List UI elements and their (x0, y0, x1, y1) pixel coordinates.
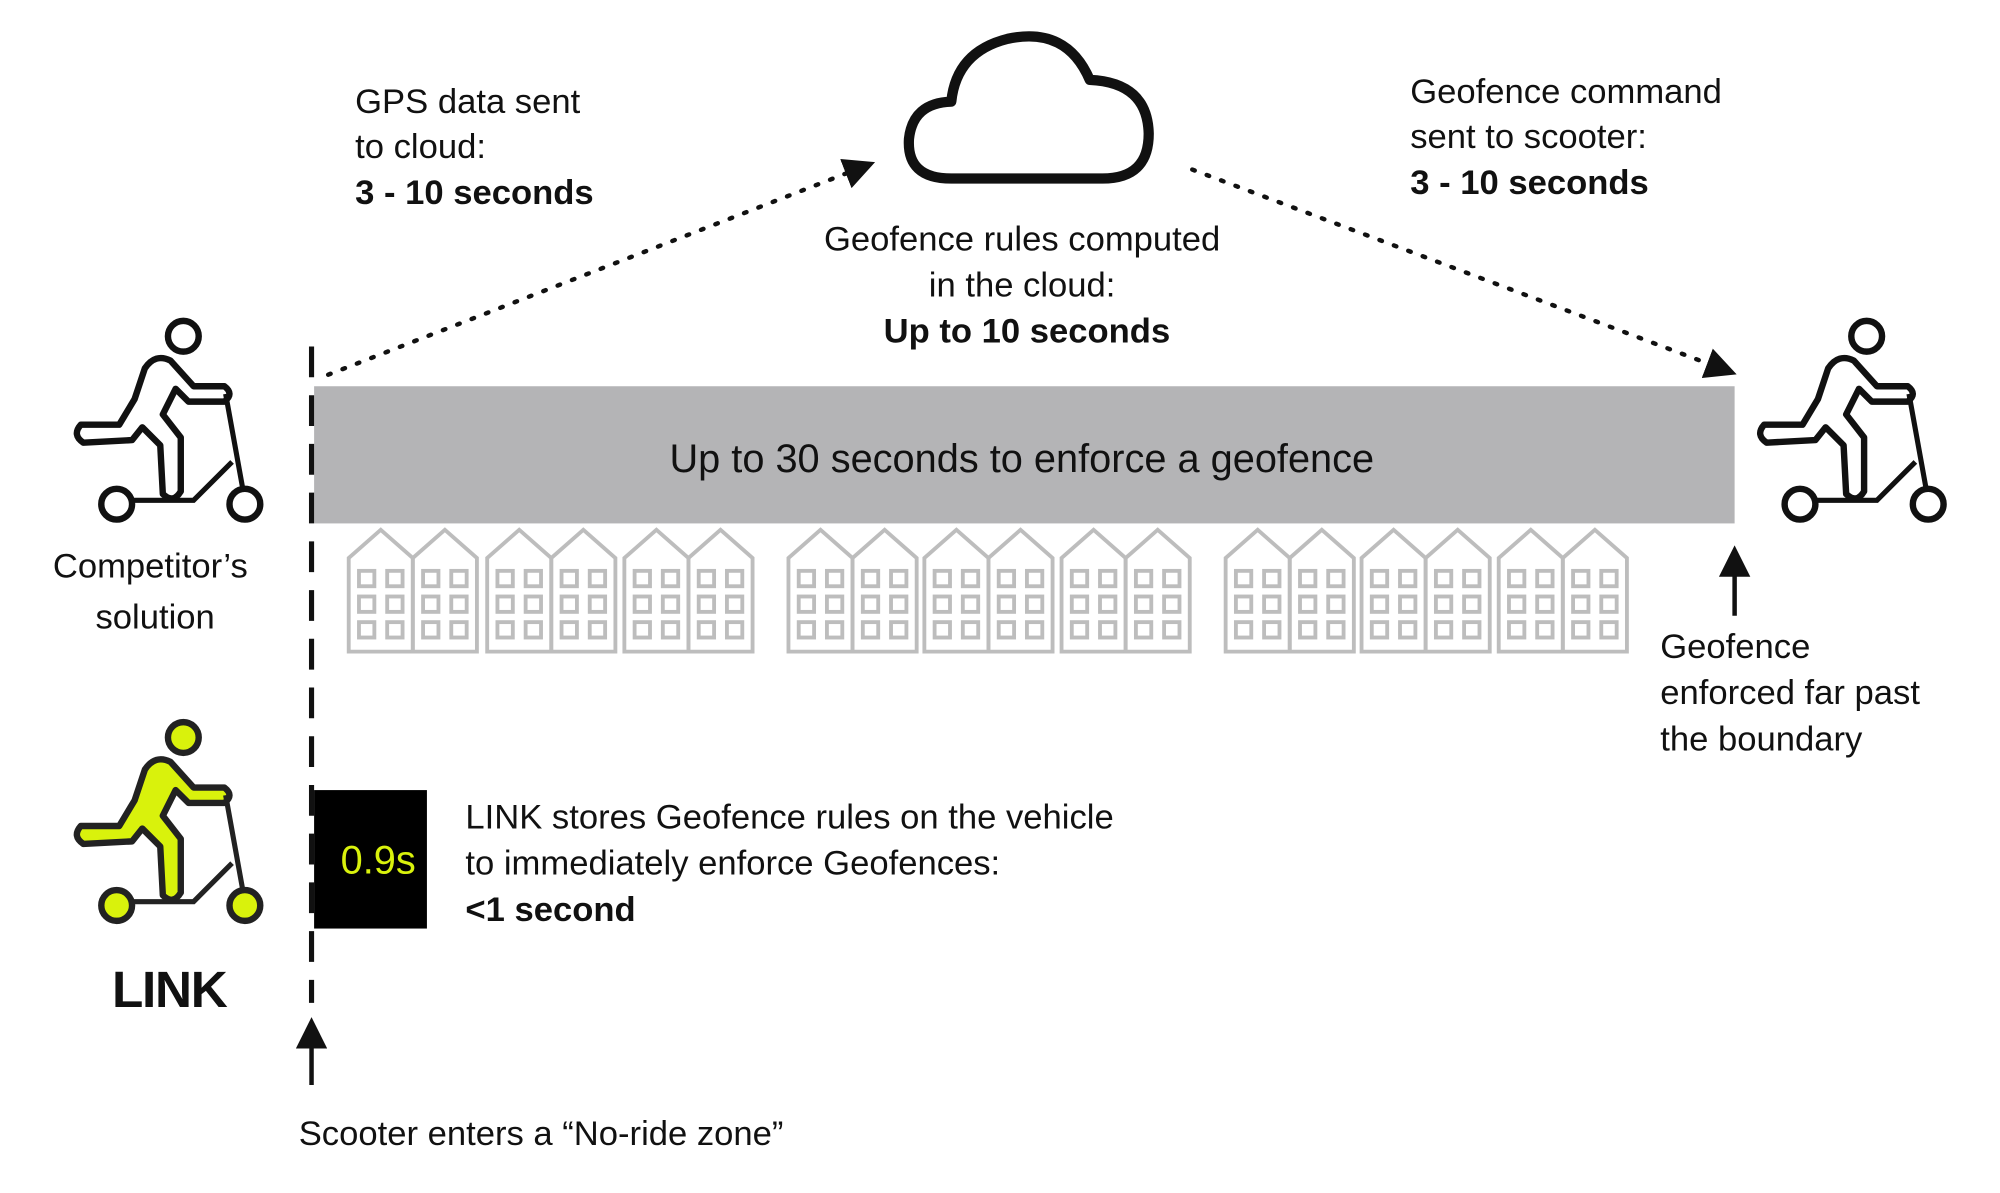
building-icon (786, 527, 855, 654)
gps-note: GPS data sent to cloud: 3 - 10 seconds (355, 83, 594, 212)
building-icon (1059, 527, 1128, 654)
building-icon (1223, 527, 1292, 654)
cloud-icon (903, 31, 1154, 184)
scooter-rider-icon (1760, 321, 1943, 520)
link-scooter-icon (77, 722, 260, 921)
competitor-label: Competitor’s solution (53, 547, 258, 636)
entry-note: Scooter enters a “No-ride zone” (299, 1115, 784, 1153)
building-icon (549, 527, 618, 654)
link-response-time: 0.9s (341, 838, 416, 882)
scooter-rider-icon (77, 321, 260, 520)
building-icon (1496, 527, 1565, 654)
building-icon (1359, 527, 1428, 654)
buildings (346, 527, 1629, 654)
building-icon (1560, 527, 1629, 654)
command-note: Geofence command sent to scooter: 3 - 10… (1410, 73, 1731, 202)
building-icon (1423, 527, 1492, 654)
building-icon (922, 527, 991, 654)
building-icon (686, 527, 755, 654)
building-icon (986, 527, 1055, 654)
enforced-note: Geofence enforced far past the boundary (1660, 628, 1929, 758)
building-icon (1123, 527, 1192, 654)
building-icon (850, 527, 919, 654)
building-icon (346, 527, 415, 654)
link-logo: LINK (112, 961, 228, 1018)
building-icon (622, 527, 691, 654)
building-icon (1287, 527, 1356, 654)
link-note: LINK stores Geofence rules on the vehicl… (465, 799, 1123, 929)
building-icon (485, 527, 554, 654)
building-icon (410, 527, 479, 654)
cloud-note: Geofence rules computed in the cloud: Up… (824, 220, 1230, 350)
bar-label: Up to 30 seconds to enforce a geofence (669, 437, 1374, 481)
geofence-diagram: Up to 30 seconds to enforce a geofence 0… (53, 31, 2000, 1153)
